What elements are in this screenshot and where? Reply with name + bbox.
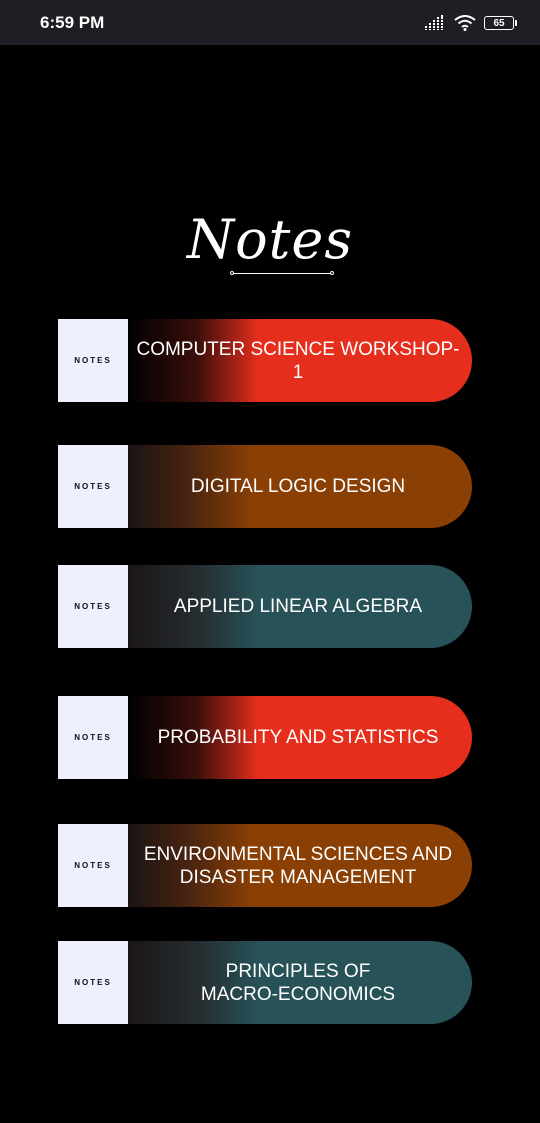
note-tag: NOTES [58, 824, 128, 907]
note-title: ENVIRONMENTAL SCIENCES AND DISASTER MANA… [143, 843, 453, 888]
note-title: APPLIED LINEAR ALGEBRA [173, 596, 423, 617]
note-body[interactable]: PROBABILITY AND STATISTICS [128, 696, 472, 779]
status-time: 6:59 PM [40, 13, 105, 32]
note-body[interactable]: ENVIRONMENTAL SCIENCES AND DISASTER MANA… [128, 824, 472, 907]
note-tag-label: NOTES [74, 978, 112, 987]
note-card-digital-logic-design[interactable]: NOTES DIGITAL LOGIC DESIGN [58, 445, 472, 528]
note-body[interactable]: DIGITAL LOGIC DESIGN [128, 445, 472, 528]
note-tag-label: NOTES [74, 482, 112, 491]
signal-icon [424, 15, 444, 30]
note-title: DIGITAL LOGIC DESIGN [190, 476, 406, 497]
note-tag: NOTES [58, 445, 128, 528]
note-tag-label: NOTES [74, 356, 112, 365]
note-tag: NOTES [58, 696, 128, 779]
note-body[interactable]: COMPUTER SCIENCE WORKSHOP-1 [128, 319, 472, 402]
note-title: PRINCIPLES OF MACRO-ECONOMICS [200, 960, 396, 1005]
status-bar: 6:59 PM 65 [0, 0, 540, 45]
note-body[interactable]: PRINCIPLES OF MACRO-ECONOMICS [128, 941, 472, 1024]
note-card-probability-and-statistics[interactable]: NOTES PROBABILITY AND STATISTICS [58, 696, 472, 779]
status-icons: 65 [424, 13, 517, 33]
title-underline-decoration [230, 271, 334, 275]
note-card-applied-linear-algebra[interactable]: NOTES APPLIED LINEAR ALGEBRA [58, 565, 472, 648]
note-title: PROBABILITY AND STATISTICS [157, 727, 439, 748]
note-card-computer-science-workshop[interactable]: NOTES COMPUTER SCIENCE WORKSHOP-1 [58, 319, 472, 402]
note-body[interactable]: APPLIED LINEAR ALGEBRA [128, 565, 472, 648]
note-tag: NOTES [58, 319, 128, 402]
wifi-icon [454, 15, 476, 31]
note-tag-label: NOTES [74, 733, 112, 742]
battery-icon: 65 [484, 16, 517, 30]
page-title: Notes [186, 208, 354, 271]
note-card-environmental-sciences[interactable]: NOTES ENVIRONMENTAL SCIENCES AND DISASTE… [58, 824, 472, 907]
note-tag: NOTES [58, 941, 128, 1024]
note-tag: NOTES [58, 565, 128, 648]
page-title-block: Notes [0, 200, 540, 290]
note-tag-label: NOTES [74, 602, 112, 611]
note-title: COMPUTER SCIENCE WORKSHOP-1 [136, 338, 460, 383]
note-tag-label: NOTES [74, 861, 112, 870]
note-card-macro-economics[interactable]: NOTES PRINCIPLES OF MACRO-ECONOMICS [58, 941, 472, 1024]
